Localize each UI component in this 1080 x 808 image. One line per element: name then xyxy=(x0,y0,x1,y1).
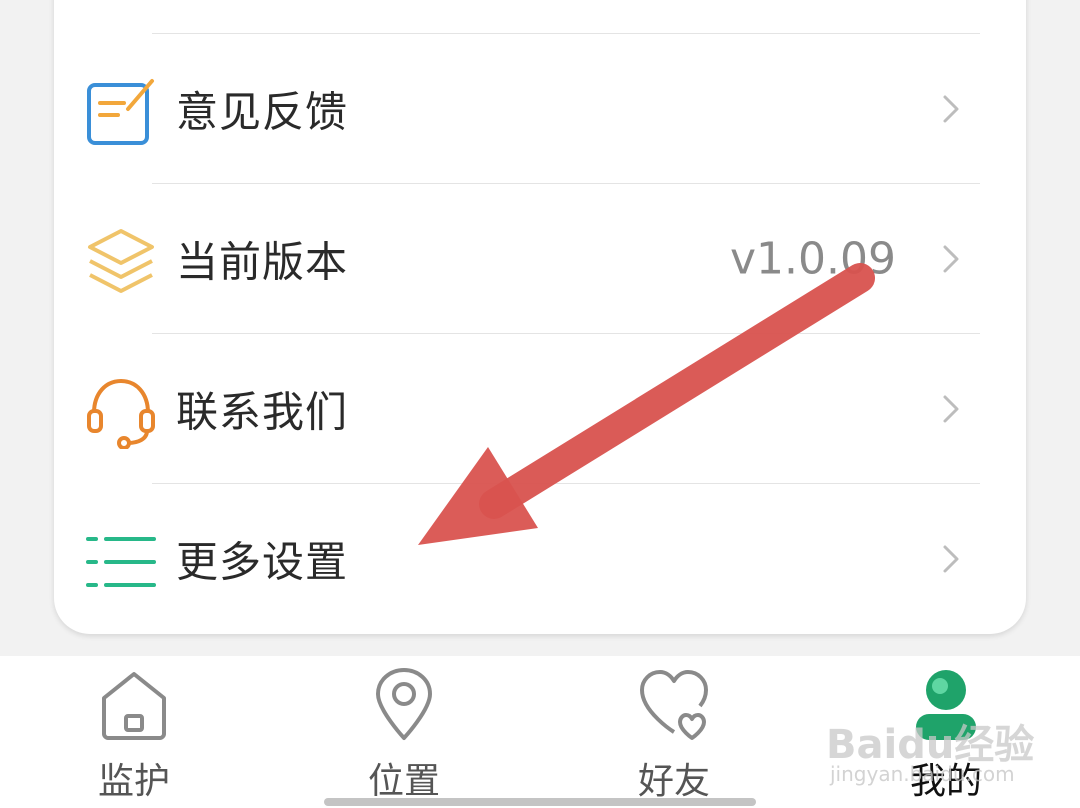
tab-mine[interactable]: 我的 xyxy=(866,656,1026,808)
feedback-icon xyxy=(87,79,154,145)
chevron-right-icon xyxy=(943,545,959,573)
menu-item-feedback[interactable]: 意见反馈 xyxy=(54,34,1026,184)
tab-label: 我的 xyxy=(909,761,982,802)
tab-label: 监护 xyxy=(97,761,170,802)
tab-label: 好友 xyxy=(637,761,710,802)
user-icon xyxy=(916,670,976,740)
menu-item-more-settings[interactable]: 更多设置 xyxy=(54,484,1026,634)
menu-item-label: 当前版本 xyxy=(176,237,349,287)
headset-icon xyxy=(87,378,155,449)
menu-item-contact[interactable]: 联系我们 xyxy=(54,334,1026,484)
tab-monitor[interactable]: 监护 xyxy=(54,656,214,808)
heart-icon xyxy=(640,670,708,740)
home-indicator[interactable] xyxy=(324,798,756,806)
chevron-right-icon xyxy=(943,95,959,123)
screen: 意见反馈 当前版本 v1.0.09 联系我们 更多设置 监护 位置 好友 我的 … xyxy=(0,0,1080,808)
home-icon xyxy=(102,672,166,740)
tab-label: 位置 xyxy=(367,761,440,802)
list-icon xyxy=(86,537,156,587)
bottom-tab-bar: 监护 位置 好友 我的 xyxy=(0,656,1080,808)
location-pin-icon xyxy=(376,668,432,740)
chevron-right-icon xyxy=(943,395,959,423)
chevron-right-icon xyxy=(943,245,959,273)
version-value: v1.0.09 xyxy=(730,233,896,285)
menu-item-label: 意见反馈 xyxy=(176,87,349,137)
tab-friends[interactable]: 好友 xyxy=(594,656,754,808)
menu-item-label: 更多设置 xyxy=(176,537,349,587)
menu-item-label: 联系我们 xyxy=(176,387,349,437)
menu-item-version[interactable]: 当前版本 v1.0.09 xyxy=(54,184,1026,334)
tab-location[interactable]: 位置 xyxy=(324,656,484,808)
layers-icon xyxy=(88,229,154,293)
